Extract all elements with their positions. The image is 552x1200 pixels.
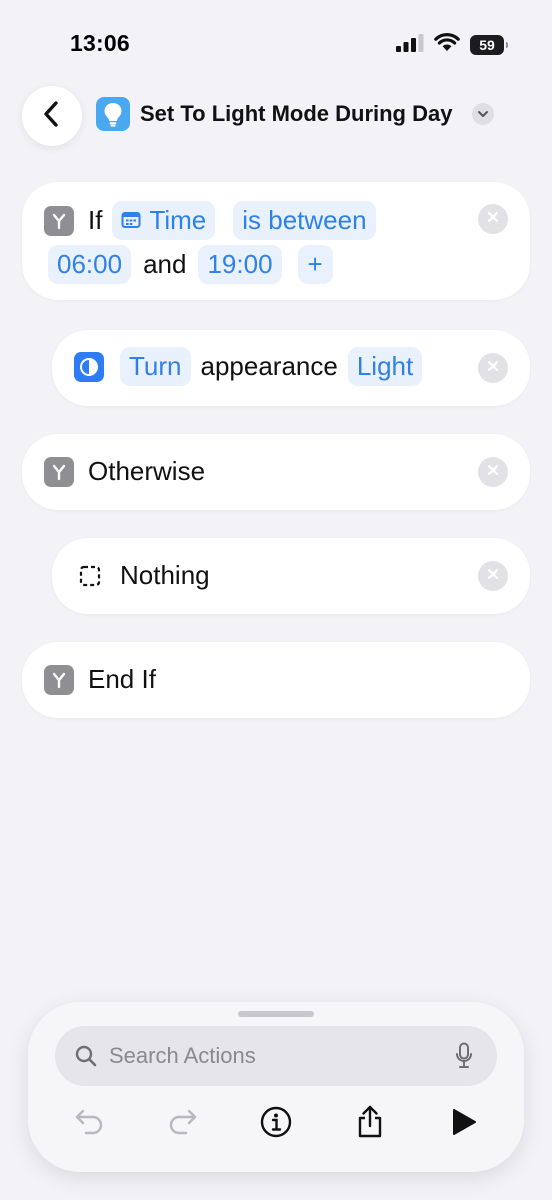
info-icon <box>260 1106 292 1143</box>
time-variable-label: Time <box>149 205 207 235</box>
cellular-signal-icon <box>396 33 424 57</box>
close-icon <box>487 463 499 481</box>
battery-indicator: 59 <box>470 35 508 55</box>
remove-if-button[interactable] <box>478 204 508 234</box>
close-icon <box>487 210 499 228</box>
wifi-icon <box>434 33 460 57</box>
play-icon <box>450 1107 478 1142</box>
panel-grabber[interactable] <box>238 1011 314 1017</box>
chevron-down-icon[interactable] <box>472 103 495 125</box>
remove-appearance-button[interactable] <box>478 353 508 383</box>
add-condition-button[interactable]: + <box>297 245 333 284</box>
otherwise-label: Otherwise <box>88 456 206 486</box>
share-icon <box>355 1105 385 1144</box>
lightbulb-icon <box>96 97 130 131</box>
and-label: and <box>143 249 187 279</box>
remove-otherwise-button[interactable] <box>478 457 508 487</box>
run-button[interactable] <box>442 1102 486 1146</box>
info-button[interactable] <box>254 1102 298 1146</box>
dashed-square-icon <box>78 564 102 588</box>
branch-icon <box>44 456 74 487</box>
redo-button[interactable] <box>160 1102 204 1146</box>
search-input[interactable]: Search Actions <box>55 1026 497 1086</box>
appearance-label: appearance <box>200 351 338 381</box>
if-keyword: If <box>88 205 103 235</box>
start-time-token[interactable]: 06:00 <box>48 245 132 284</box>
branch-icon <box>44 205 74 236</box>
time-variable-token[interactable]: Time <box>112 201 216 240</box>
status-time: 13:06 <box>70 30 130 56</box>
remove-nothing-button[interactable] <box>478 561 508 591</box>
condition-token[interactable]: is between <box>233 201 376 240</box>
end-time-token[interactable]: 19:00 <box>198 245 282 284</box>
shortcut-title: Set To Light Mode During Day <box>140 101 453 126</box>
undo-icon <box>74 1108 106 1141</box>
nothing-label: Nothing <box>120 560 210 590</box>
calendar-icon <box>121 205 141 236</box>
turn-token[interactable]: Turn <box>120 347 191 386</box>
end-if-card[interactable]: End If <box>22 642 530 718</box>
share-button[interactable] <box>348 1102 392 1146</box>
action-search-panel: Search Actions <box>28 1002 524 1172</box>
status-icons: 59 <box>396 33 508 57</box>
back-button[interactable] <box>22 86 82 146</box>
microphone-icon[interactable] <box>455 1042 473 1070</box>
search-placeholder: Search Actions <box>109 1043 256 1068</box>
appearance-icon <box>74 351 104 382</box>
shortcut-title-menu[interactable]: Set To Light Mode During Day <box>96 97 495 131</box>
end-if-label: End If <box>88 664 156 694</box>
branch-icon <box>44 664 74 695</box>
nothing-card[interactable]: Nothing <box>52 538 530 614</box>
if-action-card[interactable]: If Time is between 06:00 and 19:00 + <box>22 182 530 300</box>
undo-button[interactable] <box>68 1102 112 1146</box>
close-icon <box>487 567 499 585</box>
otherwise-card[interactable]: Otherwise <box>22 434 530 510</box>
redo-icon <box>166 1108 198 1141</box>
chevron-left-icon <box>41 100 63 133</box>
search-icon <box>75 1045 97 1067</box>
close-icon <box>487 359 499 377</box>
set-appearance-card[interactable]: Turn appearance Light <box>52 330 530 406</box>
light-token[interactable]: Light <box>347 347 423 386</box>
